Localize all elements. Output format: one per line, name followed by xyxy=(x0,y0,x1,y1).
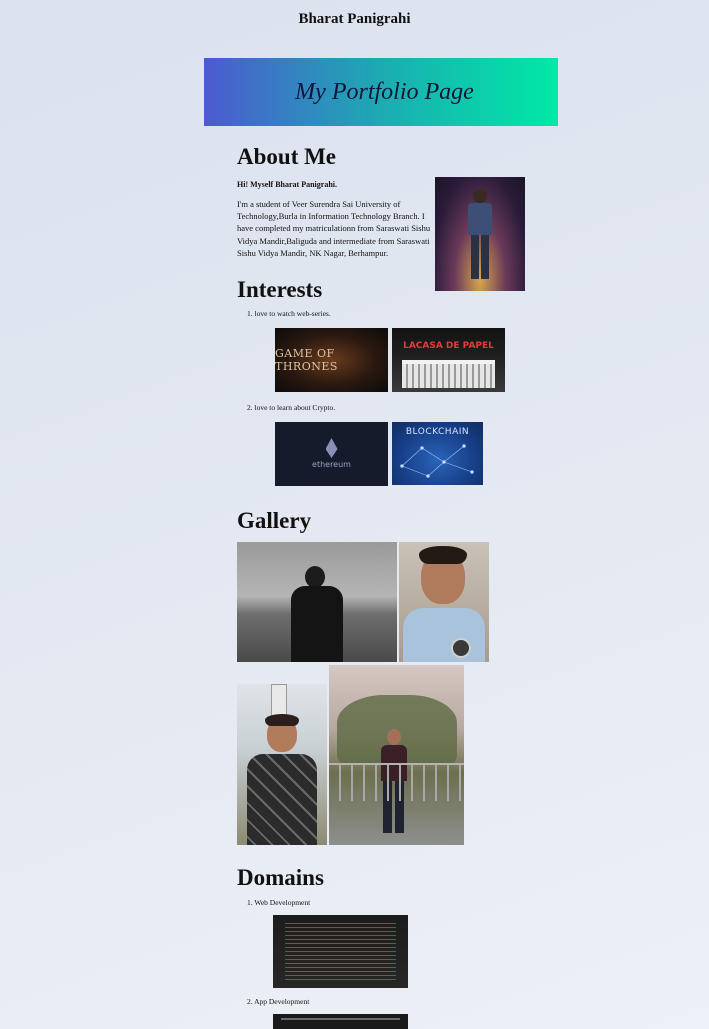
blockchain-image: BLOCKCHAIN xyxy=(392,422,483,485)
about-heading: About Me xyxy=(237,144,337,169)
banner-title: My Portfolio Page xyxy=(295,78,474,105)
about-intro: Hi! Myself Bharat Panigrahi. xyxy=(237,180,337,189)
game-of-thrones-image-title: GAME OF THRONES xyxy=(275,347,338,373)
gallery-heading: Gallery xyxy=(237,508,312,533)
domain-item-1: 1. Web Development xyxy=(247,898,310,907)
gallery-photo-1 xyxy=(237,542,397,662)
interest-item-1-number: 1. xyxy=(247,309,253,318)
interest-item-2-number: 2. xyxy=(247,403,253,412)
interest-item-1-text: love to watch web-series. xyxy=(254,309,331,318)
gallery-photo-4 xyxy=(329,665,464,845)
domain-item-1-text: Web Development xyxy=(254,898,311,907)
app-development-image xyxy=(273,1014,408,1029)
ethereum-logo-icon xyxy=(325,438,338,458)
domain-item-2-number: 2. xyxy=(247,997,253,1006)
interest-item-2: 2. love to learn about Crypto. xyxy=(247,403,335,412)
lacasa-de-papel-image-title: LACASA DE PAPEL xyxy=(403,341,494,351)
web-development-image xyxy=(273,915,408,988)
gallery-photo-2 xyxy=(399,542,489,662)
lacasa-de-papel-image: LACASA DE PAPEL xyxy=(392,328,505,392)
game-of-thrones-image: GAME OF THRONES xyxy=(275,328,388,392)
interests-heading: Interests xyxy=(237,277,323,302)
building-shape xyxy=(402,360,495,388)
site-name: Bharat Panigrahi xyxy=(298,11,411,27)
domain-item-2-text: App Development xyxy=(254,997,310,1006)
domains-heading: Domains xyxy=(237,865,324,890)
ethereum-image: ethereum xyxy=(275,422,388,486)
gallery-photo-3 xyxy=(237,684,327,845)
domain-item-2: 2. App Development xyxy=(247,997,309,1006)
about-bio: I'm a student of Veer Surendra Sai Unive… xyxy=(237,199,431,258)
interest-item-2-text: love to learn about Crypto. xyxy=(254,403,336,412)
ethereum-image-caption: ethereum xyxy=(312,460,351,469)
profile-photo xyxy=(435,177,525,291)
network-graphic xyxy=(400,444,474,478)
domain-item-1-number: 1. xyxy=(247,898,253,907)
code-lines-graphic xyxy=(285,923,396,982)
interest-item-1: 1. love to watch web-series. xyxy=(247,309,331,318)
portfolio-banner: My Portfolio Page xyxy=(204,58,558,126)
